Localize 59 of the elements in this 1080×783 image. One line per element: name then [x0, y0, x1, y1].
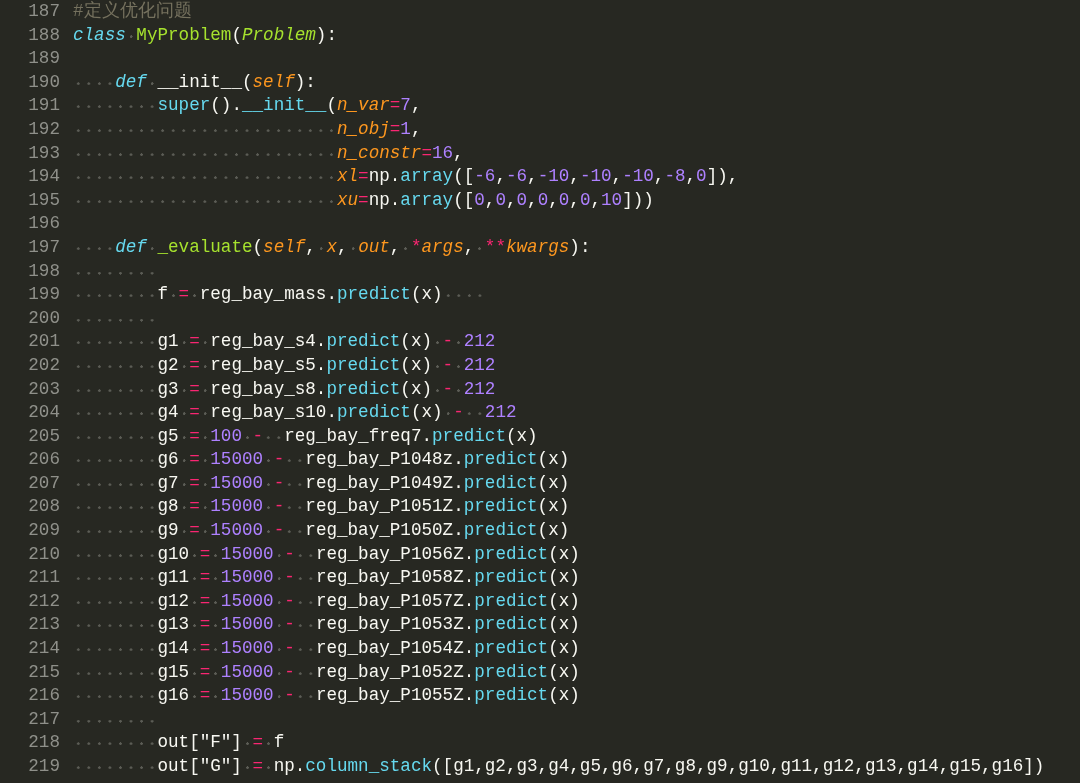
code-line: g7 = 15000 - reg_bay_P1049Z.predict(x) [73, 471, 570, 496]
line-number: 215 [27, 660, 61, 684]
code-line: g8 = 15000 - reg_bay_P1051Z.predict(x) [73, 495, 570, 520]
code-comment: #定义优化问题 [73, 0, 192, 23]
code-line: g10 = 15000 - reg_bay_P1056Z.predict(x) [73, 542, 580, 567]
code-line: g11 = 15000 - reg_bay_P1058Z.predict(x) [73, 566, 580, 590]
code-line: g16 = 15000 - reg_bay_P1055Z.predict(x) [73, 684, 580, 708]
line-number: 187 [27, 0, 61, 23]
code-line: g3 = reg_bay_s8.predict(x) - 212 [73, 377, 496, 402]
line-number: 190 [27, 70, 61, 94]
code-line: g14 = 15000 - reg_bay_P1054Z.predict(x) [73, 637, 580, 661]
code-line: g6 = 15000 - reg_bay_P1048z.predict(x) [73, 448, 570, 472]
line-number: 213 [27, 613, 61, 637]
line-number: 218 [27, 731, 61, 755]
line-number: 195 [27, 188, 61, 212]
code-line: g1 = reg_bay_s4.predict(x) - 212 [73, 330, 496, 354]
line-number: 209 [27, 519, 61, 543]
line-number: 189 [27, 47, 61, 71]
code-line: out["F"] = f [73, 731, 285, 755]
line-number: 191 [27, 94, 61, 118]
line-number: 210 [27, 542, 61, 566]
code-line: out["G"] = np.column_stack([g1,g2,g3,g4,g5,g6,g7,g8,g9,g10,g11,g12,g13,g14,g15,g16]) [73, 755, 1045, 779]
code-line: g9 = 15000 - reg_bay_P1050Z.predict(x) [73, 519, 570, 543]
code-line: g13 = 15000 - reg_bay_P1053Z.predict(x) [73, 613, 580, 638]
line-number: 214 [27, 637, 61, 661]
code-line: super().__init__(n_var=7, [73, 94, 422, 118]
code-line: g2 = reg_bay_s5.predict(x) - 212 [73, 353, 496, 378]
line-number: 197 [27, 235, 61, 259]
line-number: 212 [27, 589, 61, 613]
line-number: 208 [27, 495, 61, 519]
code-line: g4 = reg_bay_s10.predict(x) - 212 [73, 401, 517, 425]
code-line: xl=np.array([-6,-6,-10,-10,-10,-8,0]), [73, 165, 739, 189]
line-number: 206 [27, 448, 61, 472]
line-number: 204 [27, 401, 61, 425]
code-line: g5 = 100 - reg_bay_freq7.predict(x) [73, 424, 538, 449]
code-line: class MyProblem(Problem): [73, 23, 337, 47]
code-line: g12 = 15000 - reg_bay_P1057Z.predict(x) [73, 589, 580, 614]
code-line: def _evaluate(self, x, out, *args, **kwargs): [73, 235, 591, 260]
line-number: 219 [27, 755, 61, 778]
code-line: f = reg_bay_mass.predict(x) [73, 283, 485, 307]
code-line: def __init__(self): [73, 70, 316, 95]
line-number: 194 [27, 165, 61, 189]
line-number: 199 [27, 283, 61, 307]
code-line: xu=np.array([0,0,0,0,0,0,10])) [73, 188, 654, 213]
line-number: 188 [27, 23, 61, 47]
line-number: 196 [27, 212, 61, 236]
line-number: 203 [27, 377, 61, 401]
line-number: 217 [27, 707, 61, 731]
line-number: 192 [27, 117, 61, 141]
line-number: 198 [27, 259, 61, 283]
line-number: 201 [27, 330, 61, 354]
line-number: 205 [27, 424, 61, 448]
line-number: 193 [27, 141, 61, 165]
line-number: 211 [27, 566, 61, 590]
line-number: 207 [27, 471, 61, 495]
line-number: 202 [27, 353, 61, 377]
line-number: 216 [27, 684, 61, 708]
line-number: 200 [27, 306, 61, 330]
code-line: g15 = 15000 - reg_bay_P1052Z.predict(x) [73, 660, 580, 685]
